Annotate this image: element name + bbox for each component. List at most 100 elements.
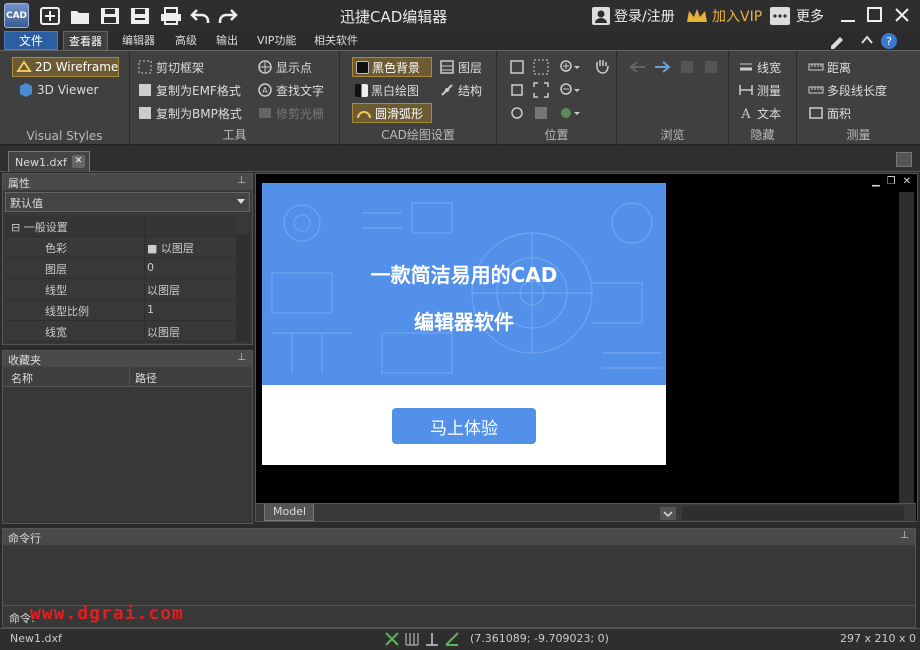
wireframe-2d-button[interactable]: 2D Wireframe <box>12 57 119 77</box>
arc-icon <box>356 105 372 121</box>
redo-icon[interactable] <box>218 7 238 25</box>
menu-bar: 文件 查看器 编辑器 高级 输出 VIP功能 相关软件 ? <box>0 31 920 50</box>
new-icon[interactable] <box>40 7 60 25</box>
snap-icon[interactable] <box>384 631 400 647</box>
svg-text:A: A <box>262 86 268 95</box>
document-tab[interactable]: New1.dxf ✕ <box>8 151 90 172</box>
zoom-extents-icon[interactable] <box>533 82 549 98</box>
next-page-icon[interactable] <box>703 59 719 75</box>
polyline-length-button[interactable]: 多段线长度 <box>805 80 890 100</box>
zoom-area-icon[interactable] <box>533 59 549 75</box>
property-row[interactable]: 线宽 以图层 <box>5 321 237 342</box>
section-general[interactable]: ⊟ 一般设置 <box>5 216 237 237</box>
show-points-label: 显示点 <box>276 60 313 75</box>
layers-icon <box>439 59 455 75</box>
properties-selector[interactable]: 默认值 <box>5 192 250 212</box>
distance-button[interactable]: 距离 <box>805 57 854 77</box>
forward-arrow-icon[interactable] <box>653 60 671 74</box>
horizontal-scrollbar[interactable] <box>682 506 904 520</box>
app-logo[interactable]: CAD <box>4 3 29 28</box>
trim-raster-button[interactable]: 修剪光栅 <box>254 103 327 123</box>
print-icon[interactable] <box>160 7 182 25</box>
canvas-close-icon[interactable]: ✕ <box>903 176 911 187</box>
maximize-icon[interactable] <box>867 6 883 24</box>
fit-icon[interactable] <box>509 82 525 98</box>
tab-editor[interactable]: 编辑器 <box>117 31 160 50</box>
watermark: www.dgrai.com <box>30 603 184 624</box>
back-arrow-icon[interactable] <box>629 60 647 74</box>
minimize-icon[interactable] <box>840 6 856 24</box>
view-dropdown-icon[interactable] <box>559 105 581 121</box>
file-menu[interactable]: 文件 <box>4 31 58 50</box>
smooth-arcs-button[interactable]: 圆滑弧形 <box>352 103 432 123</box>
area-button[interactable]: 面积 <box>805 103 854 123</box>
property-key: 色彩 <box>5 237 145 257</box>
measure-toggle-button[interactable]: 测量 <box>735 80 784 100</box>
tab-advanced[interactable]: 高级 <box>170 31 202 50</box>
tab-output[interactable]: 输出 <box>211 31 243 50</box>
bw-drawing-button[interactable]: 黑白绘图 <box>352 80 422 100</box>
zoom-out-icon[interactable] <box>559 82 581 98</box>
clip-frame-label: 剪切框架 <box>156 60 205 75</box>
collapse-icon[interactable]: ⊟ <box>11 221 20 234</box>
layers-button[interactable]: 图层 <box>436 57 485 77</box>
property-row[interactable]: 图层 0 <box>5 258 237 279</box>
pin-icon[interactable]: ⊥ <box>237 352 246 363</box>
zoom-in-icon[interactable] <box>559 59 581 75</box>
line-width-label: 线宽 <box>757 60 782 75</box>
property-row[interactable]: 线型 以图层 <box>5 279 237 300</box>
text-toggle-button[interactable]: A 文本 <box>735 103 784 123</box>
layout-dropdown-icon[interactable] <box>660 507 676 520</box>
grid-icon[interactable] <box>404 631 420 647</box>
polyline-length-label: 多段线长度 <box>827 83 888 98</box>
vip-button[interactable]: 加入VIP <box>686 6 762 26</box>
black-background-button[interactable]: 黑色背景 <box>352 57 432 77</box>
prev-page-icon[interactable] <box>679 59 695 75</box>
copy-bmp-button[interactable]: 复制为BMP格式 <box>134 103 245 123</box>
column-path[interactable]: 路径 <box>135 370 157 386</box>
save-as-icon[interactable] <box>130 7 150 25</box>
promo-dialog: 一款简洁易用的CAD 编辑器软件 马上体验 <box>262 183 666 465</box>
zoom-window-icon[interactable] <box>509 59 525 75</box>
tab-related-software[interactable]: 相关软件 <box>309 31 363 50</box>
properties-scrollbar[interactable] <box>236 234 250 342</box>
structure-button[interactable]: 结构 <box>436 80 485 100</box>
property-row[interactable]: 线型比例 1 <box>5 300 237 321</box>
skin-icon[interactable] <box>828 32 846 49</box>
tab-viewer[interactable]: 查看器 <box>63 31 108 50</box>
undo-icon[interactable] <box>190 7 210 25</box>
clip-frame-button[interactable]: 剪切框架 <box>134 57 207 77</box>
polar-icon[interactable] <box>444 631 460 647</box>
tab-vip-features[interactable]: VIP功能 <box>252 31 301 50</box>
black-bg-icon <box>356 60 369 74</box>
close-icon[interactable] <box>894 6 910 24</box>
more-button[interactable]: 更多 <box>770 6 824 26</box>
pin-icon[interactable]: ⊥ <box>900 530 909 541</box>
arrow-up-icon[interactable] <box>860 33 874 47</box>
orbit-icon[interactable] <box>509 105 525 121</box>
viewer-3d-button[interactable]: 3D Viewer <box>15 80 101 100</box>
login-button[interactable]: 登录/注册 <box>592 6 675 26</box>
pin-icon[interactable]: ⊥ <box>237 175 246 186</box>
canvas-restore-icon[interactable]: ❐ <box>887 176 896 187</box>
save-icon[interactable] <box>100 7 120 25</box>
property-row[interactable]: 色彩 ■ 以图层 <box>5 237 237 258</box>
pan-hand-icon[interactable] <box>593 57 611 75</box>
copy-emf-button[interactable]: 复制为EMF格式 <box>134 80 244 100</box>
ortho-icon[interactable] <box>424 631 440 647</box>
promo-headline-line1: 一款简洁易用的CAD <box>370 263 558 287</box>
open-folder-icon[interactable] <box>70 7 90 25</box>
zoom-prev-icon[interactable] <box>533 105 549 121</box>
tab-list-dropdown[interactable] <box>896 152 912 167</box>
line-width-button[interactable]: 线宽 <box>735 57 784 77</box>
column-name[interactable]: 名称 <box>11 370 33 386</box>
find-text-button[interactable]: A 查找文字 <box>254 80 327 100</box>
crown-icon <box>686 7 708 25</box>
try-now-button[interactable]: 马上体验 <box>392 408 536 444</box>
model-tab[interactable]: Model <box>264 504 314 521</box>
close-tab-icon[interactable]: ✕ <box>72 155 85 168</box>
canvas-minimize-icon[interactable]: ▁ <box>872 176 880 187</box>
show-points-button[interactable]: 显示点 <box>254 57 315 77</box>
vertical-scrollbar[interactable] <box>899 192 914 504</box>
help-icon[interactable]: ? <box>880 32 898 50</box>
